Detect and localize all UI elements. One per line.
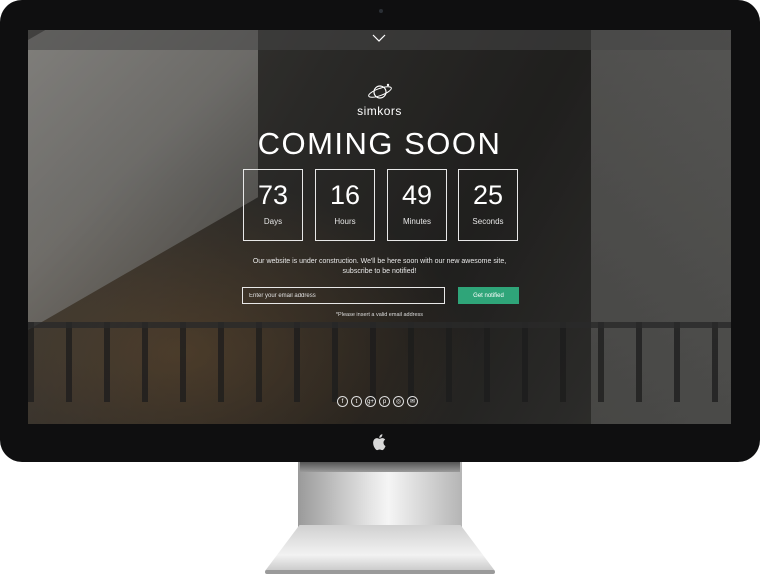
monitor-stand-shadow [300, 462, 460, 472]
countdown-seconds: 25 Seconds [458, 169, 518, 241]
countdown-value: 25 [472, 180, 504, 210]
message-line: Our website is under construction. We'll… [252, 258, 507, 265]
screen: simkors COMING SOON 73 Days 16 Hours 49 … [28, 30, 731, 424]
google-plus-icon[interactable]: g+ [365, 396, 376, 407]
twitter-icon[interactable]: t [351, 396, 362, 407]
email-icon[interactable]: ✉ [407, 396, 418, 407]
instagram-icon[interactable]: ◎ [393, 396, 404, 407]
monitor-bezel: simkors COMING SOON 73 Days 16 Hours 49 … [0, 0, 760, 462]
camera-icon [379, 9, 383, 13]
social-links: f t g+ p ◎ ✉ [337, 396, 418, 408]
message-line: subscribe to be notified! [342, 268, 417, 275]
countdown-days: 73 Days [243, 169, 303, 241]
countdown-value: 49 [401, 180, 433, 210]
brand-name: simkors [357, 104, 402, 118]
countdown-value: 73 [257, 180, 289, 210]
countdown-label: Minutes [402, 217, 431, 226]
countdown-hours: 16 Hours [315, 169, 375, 241]
facebook-icon[interactable]: f [337, 396, 348, 407]
planet-logo-icon [367, 83, 392, 99]
countdown-label: Days [263, 217, 283, 226]
pinterest-icon[interactable]: p [379, 396, 390, 407]
apple-logo-icon [373, 434, 386, 451]
page-title: COMING SOON [257, 126, 502, 161]
monitor-stand-edge [265, 570, 495, 574]
countdown-label: Seconds [472, 217, 504, 226]
construction-message: Our website is under construction. We'll… [28, 257, 731, 277]
countdown-value: 16 [329, 180, 361, 210]
email-hint: *Please insert a valid email address [335, 312, 424, 318]
chevron-down-icon[interactable] [372, 33, 386, 43]
countdown-label: Hours [334, 217, 356, 226]
brand: simkors [28, 82, 731, 118]
email-input[interactable] [242, 287, 445, 304]
top-bar [28, 30, 731, 50]
countdown-minutes: 49 Minutes [387, 169, 447, 241]
monitor-stand-foot [265, 525, 495, 571]
get-notified-button[interactable]: Get notified [458, 287, 519, 304]
